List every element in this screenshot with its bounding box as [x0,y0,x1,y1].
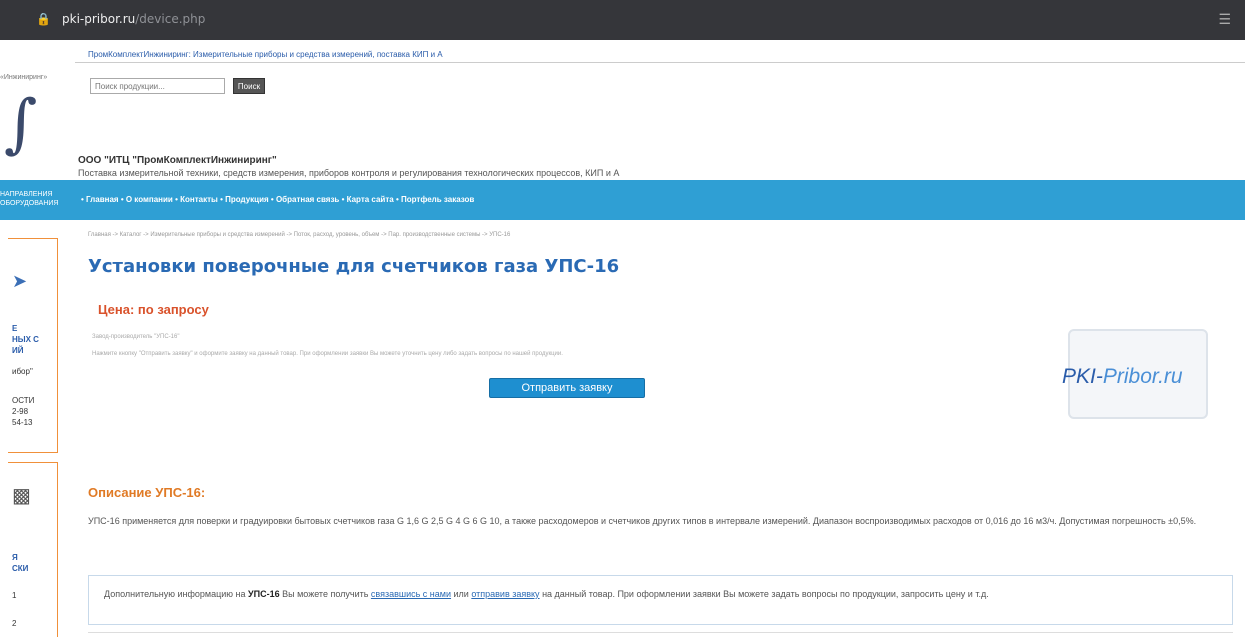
lock-icon: 🔒 [36,12,51,26]
promo-line: НЫХ С [12,335,39,344]
nav-item-contacts[interactable]: Контакты [180,195,218,204]
nav-item-feedback[interactable]: Обратная связь [276,195,339,204]
main-navigation: • Главная • О компании • Контакты • Прод… [75,180,1245,220]
pki-pribor-logo: PKI-Pribor.ru [1062,325,1222,425]
left-tagline: «Инжиниринг» [0,74,48,81]
promo-line: ОСТИ [12,396,35,405]
promo-line: Я [12,553,18,562]
promo-line: ИЙ [12,346,24,355]
company-name: ООО "ИТЦ "ПромКомплектИнжиниринг" [78,155,277,166]
order-hint: Нажмите кнопку "Отправить заявку" и офор… [92,351,563,357]
company-description: Поставка измерительной техники, средств … [78,168,620,178]
url-path: /device.php [135,12,206,26]
promo-line: ибор" [12,367,33,376]
promo-line: 2-98 [12,407,29,416]
nav-item-home[interactable]: Главная [86,195,119,204]
info-text: Дополнительную информацию на УПС-16 Вы м… [104,589,989,599]
nav-items: • Главная • О компании • Контакты • Прод… [81,195,475,204]
search-input[interactable] [90,78,225,94]
description-title: Описание УПС-16: [88,485,206,500]
device-image-icon: ▩ [12,485,31,507]
browser-menu-icon[interactable]: ☰ [1218,11,1231,28]
side-promo-box-1[interactable]: ➤ Е НЫХ С ИЙ ибор" ОСТИ 2-98 54-13 [8,238,58,453]
promo-line: Е [12,324,18,333]
nav-item-about[interactable]: О компании [126,195,173,204]
page-title: Установки поверочные для счетчиков газа … [88,256,620,277]
logo-text: PKI-Pribor.ru [1062,365,1183,388]
send-request-button[interactable]: Отправить заявку [489,378,645,398]
header-divider [75,62,1245,63]
promo-line: 1 [12,591,17,600]
left-blue-text: НАПРАВЛЕНИЯ ОБОРУДОВАНИЯ [0,190,59,208]
description-text: УПС-16 применяется для поверки и градуир… [88,516,1197,526]
browser-address-bar[interactable]: 🔒 pki-pribor.ru/device.php ☰ [0,0,1245,40]
manufacturer-note: Завод-производитель "УПС-16" [92,334,180,340]
left-blue-line-1: НАПРАВЛЕНИЯ [0,191,53,198]
bottom-divider [88,632,1233,633]
info-box: Дополнительную информацию на УПС-16 Вы м… [88,575,1233,625]
promo-arrow-icon: ➤ [12,271,28,291]
company-logo-icon: ∫ [4,87,38,161]
contact-us-link[interactable]: связавшись с нами [371,589,451,599]
url-field[interactable]: pki-pribor.ru/device.php [62,12,205,26]
nav-item-sitemap[interactable]: Карта сайта [347,195,394,204]
price-label: Цена: по запросу [98,302,209,317]
promo-line: СКИ [12,564,29,573]
promo-line: 2 [12,619,17,628]
left-column: «Инжиниринг» ∫ НАПРАВЛЕНИЯ ОБОРУДОВАНИЯ … [0,40,75,637]
breadcrumb[interactable]: Главная -> Каталог -> Измерительные приб… [88,232,510,238]
top-site-link[interactable]: ПромКомплектИнжиниринг: Измерительные пр… [88,50,443,59]
search-button[interactable]: Поиск [233,78,265,94]
promo-line: 54-13 [12,418,33,427]
side-promo-box-2[interactable]: ▩ Я СКИ 1 2 [8,462,58,637]
url-domain: pki-pribor.ru [62,12,136,26]
send-request-link[interactable]: отправив заявку [471,589,539,599]
nav-item-orders[interactable]: Портфель заказов [401,195,474,204]
nav-item-products[interactable]: Продукция [225,195,269,204]
left-blue-line-2: ОБОРУДОВАНИЯ [0,200,59,207]
